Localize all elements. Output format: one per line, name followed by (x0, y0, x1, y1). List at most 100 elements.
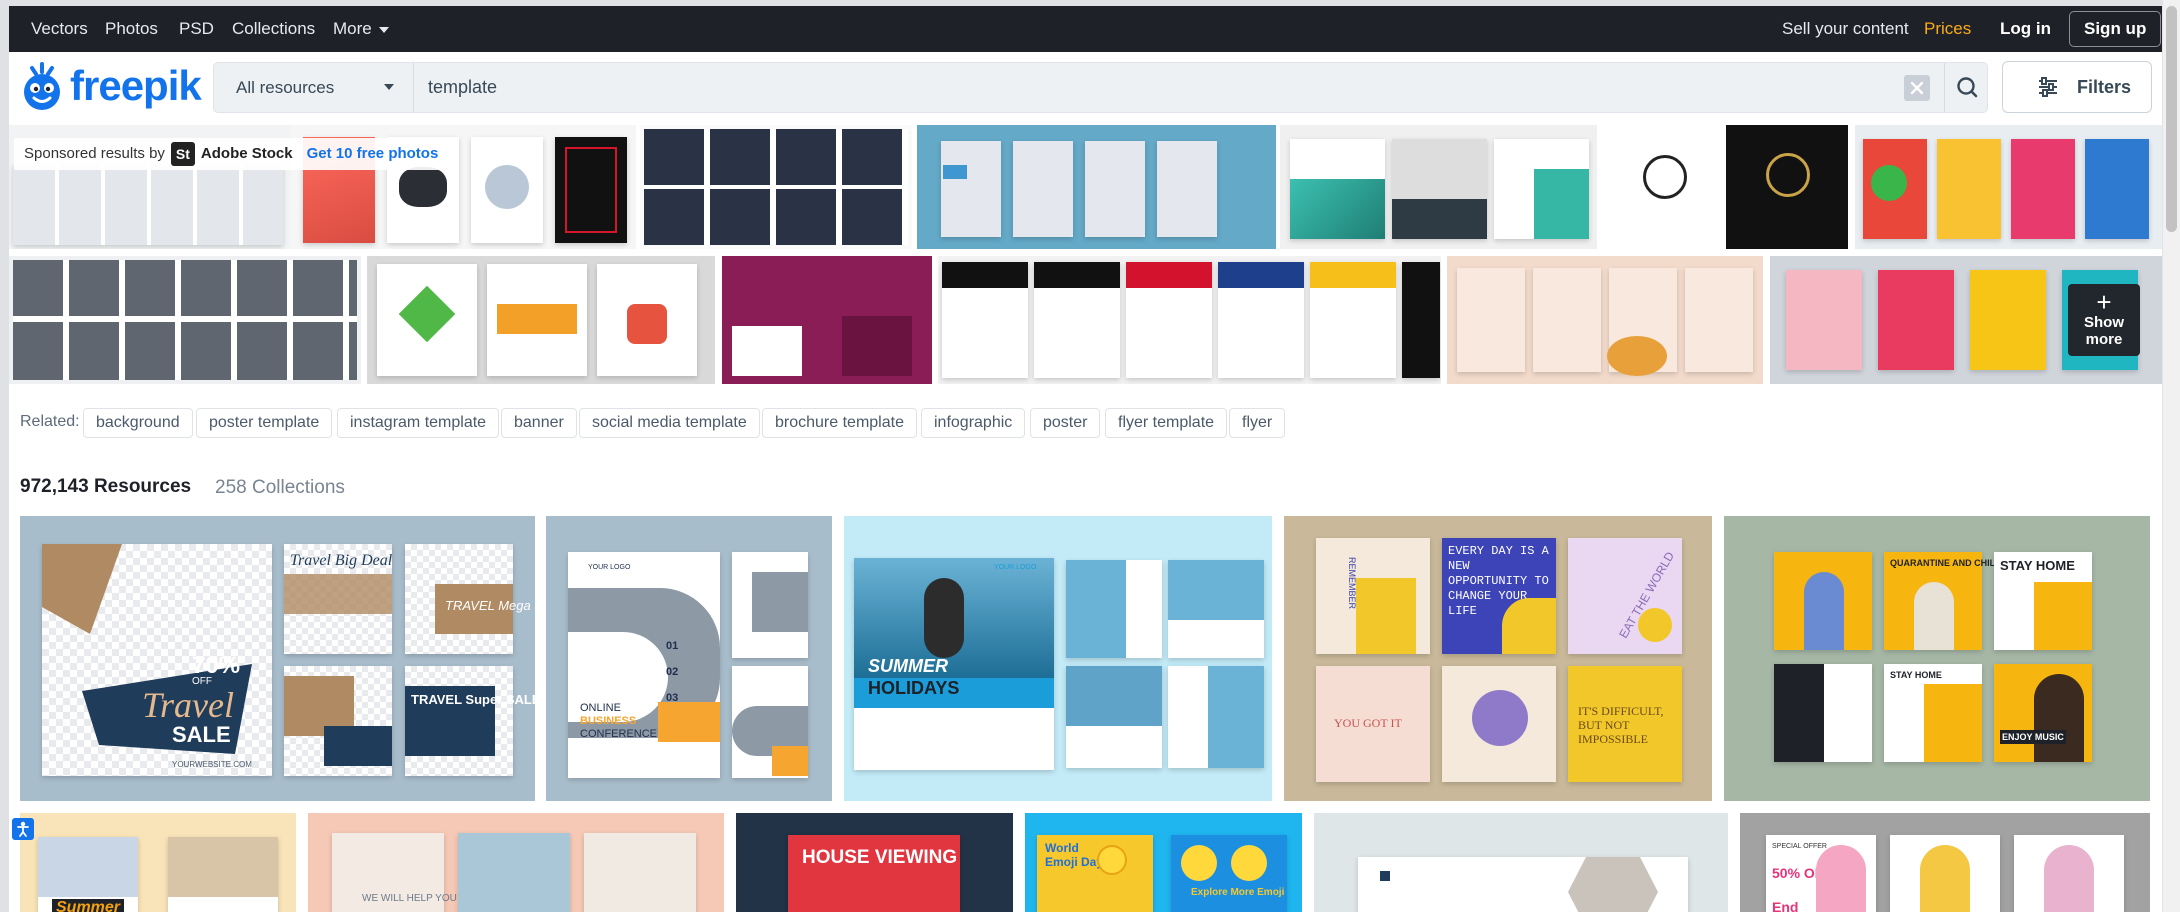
sponsored-image-10[interactable] (367, 256, 715, 384)
sponsored-image-7[interactable] (1726, 125, 1848, 249)
holidays-line-1: SUMMER (868, 656, 948, 676)
conference-line-1: ONLINE (580, 702, 621, 714)
emoji-title: World Emoji Day (1045, 841, 1104, 869)
sponsored-image-8[interactable] (1855, 125, 2162, 249)
result-card-summer[interactable]: Summer (20, 813, 296, 912)
result-card-fashion-sale[interactable]: SPECIAL OFFER 50% OFF End (1740, 813, 2150, 912)
freepik-mascot-icon (24, 62, 60, 110)
conference-line-3: CONFERENCE (580, 728, 658, 740)
conference-step-1: 01 (666, 640, 679, 652)
conference-line-2: BUSINESS (580, 715, 637, 727)
page: Vectors Photos PSD Collections More Sell… (0, 0, 2180, 912)
scrollbar[interactable] (2162, 0, 2180, 912)
sponsored-image-12[interactable] (938, 256, 1441, 384)
related-tag[interactable]: background (83, 408, 193, 438)
caret-down-icon (384, 84, 394, 90)
nav-collections[interactable]: Collections (232, 6, 315, 52)
close-icon (1910, 81, 1924, 95)
accessibility-icon[interactable] (12, 818, 34, 840)
resources-count: 972,143 Resources (20, 476, 192, 497)
resource-type-select[interactable]: All resources (214, 63, 414, 112)
nav-more-label: More (333, 19, 372, 38)
freepik-logo[interactable]: freepik (18, 60, 208, 114)
sponsored-banner: Sponsored results by St Adobe Stock Get 10 … (14, 138, 449, 170)
sponsored-image-9[interactable] (9, 256, 361, 384)
logo-text: freepik (70, 62, 202, 109)
result-card-conference[interactable]: YOUR LOGO 01 02 03 ONLINE BUSINESS CONFE… (546, 516, 832, 801)
login-link[interactable]: Log in (2000, 6, 2051, 52)
related-tag[interactable]: instagram template (337, 408, 500, 438)
conference-logo: YOUR LOGO (588, 564, 631, 571)
related-tag[interactable]: social media template (579, 408, 760, 438)
stayhome-title-2: STAY HOME (1890, 670, 1942, 680)
hiring-text: WE WILL HELP YOU (362, 893, 457, 904)
sale-offer: SPECIAL OFFER (1772, 843, 1827, 850)
resource-type-value: All resources (236, 78, 335, 97)
travel-deal: Travel Big Deal (290, 552, 393, 569)
result-card-stay-home[interactable]: QUARANTINE AND CHILL STAY HOME STAY HOME… (1724, 516, 2150, 801)
quote-difficult: IT'S DIFFICULT, BUT NOT IMPOSSIBLE (1578, 704, 1664, 746)
result-card-emoji[interactable]: World Emoji Day Explore More Emoji (1025, 813, 1302, 912)
nav-vectors[interactable]: Vectors (31, 6, 88, 52)
holidays-logo: YOUR LOGO (994, 564, 1037, 571)
result-card-hiring[interactable]: WE WILL HELP YOU (308, 813, 724, 912)
emoji-explore: Explore More Emoji (1191, 887, 1285, 898)
scrollbar-thumb[interactable] (2166, 6, 2177, 232)
house-viewing-title: HOUSE VIEWING (802, 847, 958, 868)
search-button[interactable] (1944, 63, 1989, 112)
related-tag[interactable]: brochure template (762, 408, 917, 438)
filters-button[interactable]: Filters (2002, 61, 2152, 113)
sale-end: End (1772, 899, 1799, 912)
plus-icon: + (2096, 287, 2112, 317)
related-label: Related: (20, 413, 80, 430)
related-tag[interactable]: flyer template (1105, 408, 1228, 438)
sponsored-image-3[interactable] (640, 125, 912, 249)
nav-photos[interactable]: Photos (105, 6, 158, 52)
related-tag[interactable]: banner (501, 408, 577, 438)
show-more-button[interactable]: + Show more (2068, 284, 2140, 356)
person-icon (17, 821, 29, 837)
top-navigation: Vectors Photos PSD Collections More Sell… (9, 6, 2162, 52)
sponsored-label: Sponsored results by (24, 145, 165, 162)
nav-more[interactable]: More (333, 6, 389, 52)
travel-sale: SALE (172, 722, 231, 747)
holidays-line-2: HOLIDAYS (868, 678, 960, 698)
sponsored-image-4[interactable] (917, 125, 1276, 249)
result-card-house-viewing[interactable]: HOUSE VIEWING (736, 813, 1013, 912)
collections-count[interactable]: 258 Collections (215, 477, 345, 499)
travel-title: Travel (142, 685, 235, 725)
related-tag[interactable]: flyer (1229, 408, 1286, 438)
sponsored-image-6[interactable] (1603, 125, 1725, 249)
sponsored-image-5[interactable] (1280, 125, 1597, 249)
sponsored-image-13[interactable] (1447, 256, 1763, 384)
search-icon (1957, 77, 1978, 98)
related-tag[interactable]: poster template (196, 408, 333, 438)
related-tag[interactable]: infographic (921, 408, 1026, 438)
clear-search-button[interactable] (1904, 75, 1930, 101)
travel-super: TRAVEL Super SALE (411, 692, 535, 707)
chevron-down-icon (378, 26, 389, 33)
show-more-label-1: Show (2084, 314, 2124, 331)
stayhome-music: ENJOY MUSIC (2000, 730, 2066, 744)
adobe-stock-icon: St (170, 142, 195, 167)
result-card-travel-sale[interactable]: 70% OFF Travel SALE YOURWEBSITE.COM Trav… (20, 516, 535, 801)
travel-url: YOURWEBSITE.COM (172, 760, 252, 769)
related-tag[interactable]: poster (1030, 408, 1101, 438)
stayhome-quarantine: QUARANTINE AND CHILL (1890, 558, 2001, 568)
signup-button[interactable]: Sign up (2069, 11, 2162, 47)
nav-prices[interactable]: Prices (1924, 6, 1971, 52)
nav-sell-content[interactable]: Sell your content (1782, 6, 1909, 52)
show-more-label-2: more (2085, 331, 2123, 348)
sponsored-image-11[interactable] (722, 256, 932, 384)
free-photos-link[interactable]: Get 10 free photos (307, 145, 439, 162)
conference-step-2: 02 (666, 666, 679, 678)
nav-psd[interactable]: PSD (179, 6, 214, 52)
result-card-business[interactable] (1314, 813, 1728, 912)
filters-label: Filters (2077, 77, 2132, 97)
search-bar: All resources (213, 62, 1988, 113)
conference-step-3: 03 (666, 692, 679, 704)
result-card-summer-holidays[interactable]: SUMMER HOLIDAYS YOUR LOGO (844, 516, 1272, 801)
quote-you-got-it: YOU GOT IT (1334, 716, 1402, 730)
search-input[interactable] (428, 63, 1828, 112)
result-card-quotes[interactable]: REMEMBER EVERY DAY IS A NEW OPPORTUNITY … (1284, 516, 1712, 801)
